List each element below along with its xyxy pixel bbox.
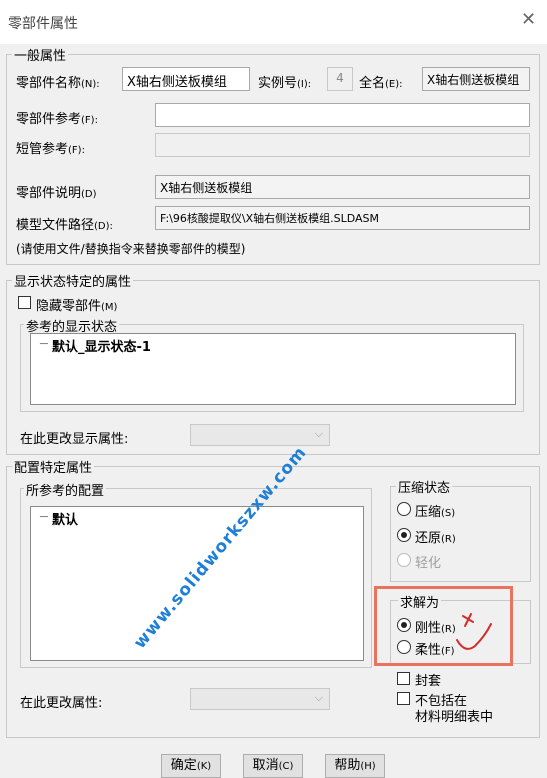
compress-shortcut: (S) (441, 508, 456, 519)
lightweight-label: 轻化 (415, 556, 442, 571)
component-ref-text: 零部件参考 (16, 112, 82, 127)
model-path-field: F:\96核酸提取仪\X轴右侧送板模组.SLDASM (155, 206, 530, 230)
config-legend: 配置特定属性 (12, 457, 95, 476)
display-state-item[interactable]: 默认_显示状态-1 (52, 336, 151, 355)
envelope-checkbox[interactable] (397, 672, 410, 685)
component-ref-label: 零部件参考(F): (16, 108, 98, 127)
general-legend: 一般属性 (12, 45, 69, 64)
display-legend: 显示状态特定的属性 (12, 271, 134, 290)
cancel-shortcut: (C) (278, 761, 294, 772)
pipe-ref-label: 短管参考(F): (16, 138, 85, 157)
restore-shortcut: (R) (441, 534, 456, 545)
hide-component-label: 隐藏零部件(M) (36, 295, 117, 314)
component-ref-input[interactable] (155, 103, 530, 127)
fullname-field: X轴右侧送板模组 (422, 67, 530, 91)
model-path-label: 模型文件路径(D): (16, 214, 113, 233)
ok-text: 确定 (170, 758, 197, 773)
component-name-label: 零部件名称(N): (16, 72, 100, 91)
compress-label: 压缩(S) (415, 501, 455, 520)
model-path-shortcut: (D): (94, 221, 113, 232)
replace-hint: (请使用文件/替换指令来替换零部件的模型) (16, 242, 246, 256)
pipe-ref-text: 短管参考 (16, 142, 69, 157)
title-bar (0, 0, 547, 44)
suppress-group (390, 486, 531, 582)
change-config-label: 在此更改属性: (20, 696, 103, 711)
fullname-shortcut: (E): (385, 79, 403, 90)
annotation-marks-icon (456, 613, 492, 650)
compress-radio[interactable] (397, 502, 411, 516)
restore-text: 还原 (415, 531, 442, 546)
restore-label: 还原(R) (415, 527, 456, 546)
model-path-text: 模型文件路径 (16, 218, 95, 233)
chevron-down-icon: ⌵ (314, 691, 323, 704)
lightweight-radio (397, 553, 411, 567)
config-tree-line: ─ (40, 510, 48, 525)
config-item[interactable]: 默认 (52, 509, 78, 528)
display-props-select: ⌵ (190, 424, 330, 446)
instance-text: 实例号 (258, 76, 298, 91)
close-icon[interactable]: ✕ (521, 11, 536, 29)
hide-component-shortcut: (M) (101, 302, 118, 313)
instance-number-field: 4 (327, 67, 353, 91)
help-text: 帮助 (334, 758, 361, 773)
ref-config-legend: 所参考的配置 (24, 480, 107, 499)
chevron-down-icon: ⌵ (314, 427, 323, 440)
component-name-text: 零部件名称 (16, 76, 82, 91)
ok-shortcut: (K) (196, 761, 212, 772)
pipe-ref-shortcut: (F): (68, 145, 85, 156)
component-ref-shortcut: (F): (81, 115, 98, 126)
component-name-input[interactable]: X轴右侧送板模组 (122, 67, 250, 91)
tree-line: ─ (40, 337, 48, 352)
hide-component-checkbox[interactable] (18, 296, 31, 309)
config-props-select: ⌵ (190, 688, 330, 710)
help-button[interactable]: 帮助(H) (325, 754, 385, 778)
description-field: X轴右侧送板模组 (155, 175, 530, 199)
description-label: 零部件说明(D) (16, 182, 97, 201)
help-shortcut: (H) (360, 761, 376, 772)
cancel-button[interactable]: 取消(C) (243, 754, 303, 778)
instance-shortcut: (I): (297, 79, 312, 90)
description-text: 零部件说明 (16, 186, 82, 201)
cancel-text: 取消 (252, 758, 279, 773)
description-shortcut: (D) (81, 189, 97, 200)
compress-text: 压缩 (415, 505, 442, 520)
change-display-label: 在此更改显示属性: (20, 432, 129, 447)
component-name-shortcut: (N): (81, 79, 100, 90)
hide-component-text: 隐藏零部件 (36, 299, 102, 314)
instance-label: 实例号(I): (258, 72, 311, 91)
fullname-text: 全名 (359, 76, 386, 91)
restore-radio[interactable] (397, 528, 411, 542)
pipe-ref-field (155, 133, 530, 157)
ok-button[interactable]: 确定(K) (161, 754, 221, 778)
fullname-label: 全名(E): (359, 72, 403, 91)
exclude-bom-label-line2: 材料明细表中 (415, 710, 494, 725)
dialog-title: 零部件属性 (8, 16, 78, 32)
suppress-legend: 压缩状态 (396, 477, 453, 496)
envelope-label: 封套 (415, 674, 442, 689)
exclude-bom-checkbox[interactable] (397, 692, 410, 705)
